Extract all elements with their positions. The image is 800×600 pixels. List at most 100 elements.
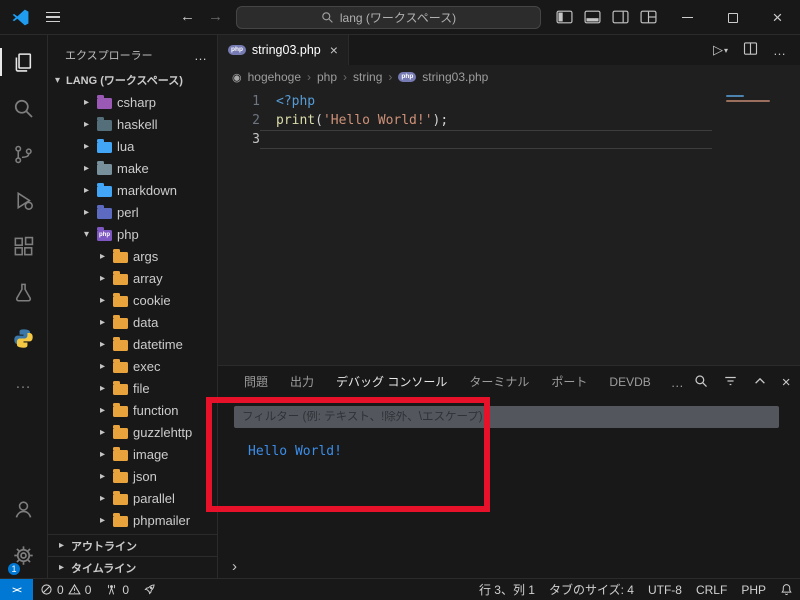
toggle-secondary-sidebar-button[interactable]: [612, 10, 629, 27]
activity-testing[interactable]: [0, 269, 47, 315]
panel-search-button[interactable]: [694, 374, 708, 391]
tree-item-image[interactable]: ▸image: [48, 443, 217, 465]
breadcrumb-item[interactable]: hogehoge: [248, 70, 301, 84]
remote-indicator[interactable]: ><: [0, 579, 33, 600]
split-editor-button[interactable]: [743, 41, 758, 59]
tree-item-file[interactable]: ▸file: [48, 377, 217, 399]
filter-icon-button[interactable]: [723, 374, 738, 391]
panel-tab-problems[interactable]: 問題: [234, 366, 278, 398]
activity-source-control[interactable]: [0, 131, 47, 177]
forward-button[interactable]: →: [208, 8, 223, 25]
folder-icon: [113, 252, 128, 263]
tree-item-parallel[interactable]: ▸parallel: [48, 487, 217, 509]
debug-filter-input[interactable]: [242, 411, 771, 423]
tree-item-lua[interactable]: ▸lua: [48, 135, 217, 157]
code-line[interactable]: 2print('Hello World!');: [218, 111, 800, 130]
folder-icon: [113, 362, 128, 373]
panel-actions: ×: [694, 366, 800, 398]
tree-item-exec[interactable]: ▸exec: [48, 355, 217, 377]
editor-tab-string03[interactable]: php string03.php ×: [218, 35, 349, 65]
code-token: (: [315, 113, 323, 128]
chevron-right-icon: ▸: [97, 273, 108, 284]
status-language-mode[interactable]: PHP: [734, 579, 773, 600]
minimize-button[interactable]: [665, 0, 710, 35]
close-panel-button[interactable]: ×: [782, 374, 791, 391]
tree-item-php[interactable]: ▾phpphp: [48, 223, 217, 245]
code-line-text: [260, 130, 712, 149]
views-more-actions-button[interactable]: …: [194, 48, 207, 63]
search-icon: [321, 11, 334, 24]
panel-tab-ports[interactable]: ポート: [541, 366, 597, 398]
status-eol[interactable]: CRLF: [689, 579, 734, 600]
tree-item-make[interactable]: ▸make: [48, 157, 217, 179]
close-window-button[interactable]: ×: [755, 0, 800, 35]
panel-tab-terminal[interactable]: ターミナル: [459, 366, 539, 398]
chevron-right-icon: ▸: [97, 339, 108, 350]
code-editor[interactable]: 1<?php2print('Hello World!');3: [218, 89, 800, 365]
customize-layout-button[interactable]: [640, 10, 657, 27]
editor-region: php string03.php × ▷ ▾ … ◉ hogehoge›php›…: [218, 35, 800, 578]
breadcrumb-item[interactable]: string03.php: [422, 70, 488, 84]
minimap[interactable]: [726, 95, 792, 105]
activity-settings[interactable]: 1: [0, 532, 47, 578]
tree-item-cookie[interactable]: ▸cookie: [48, 289, 217, 311]
timeline-section[interactable]: ▸ タイムライン: [48, 556, 217, 578]
run-debug-icon: [13, 190, 34, 211]
search-value: lang (ワークスペース): [340, 9, 456, 26]
panel-more-tabs-button[interactable]: …: [663, 366, 692, 398]
tree-item-label: json: [133, 469, 157, 484]
close-tab-icon[interactable]: ×: [330, 42, 338, 58]
breadcrumb-item[interactable]: php: [317, 70, 337, 84]
panel-tab-devdb[interactable]: DEVDB: [599, 366, 660, 398]
tree-item-csharp[interactable]: ▸csharp: [48, 91, 217, 113]
outline-section[interactable]: ▸ アウトライン: [48, 534, 217, 556]
radio-tower-icon: [105, 583, 118, 596]
activity-accounts[interactable]: [0, 486, 47, 532]
tree-item-markdown[interactable]: ▸markdown: [48, 179, 217, 201]
maximize-panel-button[interactable]: [753, 374, 767, 391]
activity-more[interactable]: …: [0, 361, 47, 407]
toggle-primary-sidebar-button[interactable]: [556, 10, 573, 27]
debug-console-input-prompt[interactable]: ›: [232, 558, 237, 575]
code-line[interactable]: 1<?php: [218, 92, 800, 111]
activity-python[interactable]: [0, 315, 47, 361]
status-ports[interactable]: 0: [98, 579, 136, 600]
tree-item-haskell[interactable]: ▸haskell: [48, 113, 217, 135]
tree-item-data[interactable]: ▸data: [48, 311, 217, 333]
activity-search[interactable]: [0, 85, 47, 131]
tree-item-args[interactable]: ▸args: [48, 245, 217, 267]
tree-item-datetime[interactable]: ▸datetime: [48, 333, 217, 355]
status-encoding[interactable]: UTF-8: [641, 579, 689, 600]
command-center-search[interactable]: lang (ワークスペース): [236, 6, 541, 29]
tree-item-perl[interactable]: ▸perl: [48, 201, 217, 223]
run-button[interactable]: ▷ ▾: [713, 42, 728, 58]
tree-item-label: guzzlehttp: [133, 425, 192, 440]
status-tab-size[interactable]: タブのサイズ: 4: [542, 579, 641, 600]
activity-extensions[interactable]: [0, 223, 47, 269]
tree-item-guzzlehttp[interactable]: ▸guzzlehttp: [48, 421, 217, 443]
toggle-panel-button[interactable]: [584, 10, 601, 27]
status-problems[interactable]: 0 0: [33, 579, 98, 600]
status-cursor-position[interactable]: 行 3、列 1: [472, 579, 542, 600]
tree-item-array[interactable]: ▸array: [48, 267, 217, 289]
more-actions-button[interactable]: …: [773, 43, 786, 58]
warning-icon: [68, 583, 81, 596]
back-button[interactable]: ←: [180, 8, 195, 25]
tree-item-json[interactable]: ▸json: [48, 465, 217, 487]
folder-icon: [113, 274, 128, 285]
maximize-button[interactable]: [710, 0, 755, 35]
menu-button[interactable]: [46, 12, 60, 22]
panel-tab-output[interactable]: 出力: [280, 366, 324, 398]
panel-tab-debug-console[interactable]: デバッグ コンソール: [326, 366, 457, 398]
activity-run-debug[interactable]: [0, 177, 47, 223]
chevron-right-icon: ▸: [97, 515, 108, 526]
workspace-root-item[interactable]: ▾ LANG (ワークスペース): [48, 69, 217, 91]
folder-icon: [113, 384, 128, 395]
breadcrumb-item[interactable]: string: [353, 70, 382, 84]
status-debug[interactable]: [136, 579, 163, 600]
status-notifications[interactable]: [773, 579, 800, 600]
tree-item-phpmailer[interactable]: ▸phpmailer: [48, 509, 217, 531]
tree-item-function[interactable]: ▸function: [48, 399, 217, 421]
code-line[interactable]: 3: [218, 130, 800, 149]
activity-explorer[interactable]: [0, 39, 47, 85]
